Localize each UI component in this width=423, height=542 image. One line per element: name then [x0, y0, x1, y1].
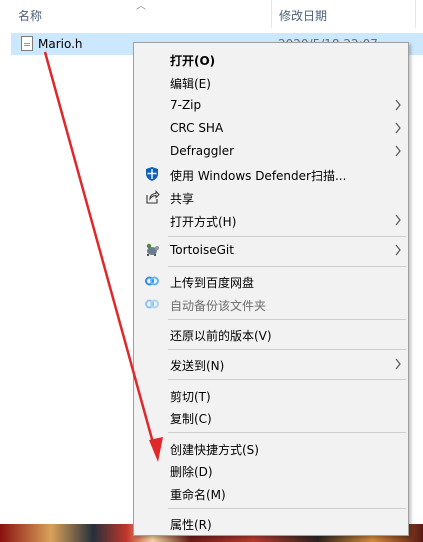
menu-item-open-with[interactable]: 打开方式(H): [136, 209, 406, 231]
menu-item-baidu-backup: 自动备份该文件夹: [136, 293, 406, 315]
windows-defender-shield-icon: [146, 167, 158, 181]
menu-separator: [168, 432, 406, 433]
baidu-netdisk-icon: [145, 276, 159, 286]
menu-separator: [168, 319, 406, 320]
menu-item-send-to[interactable]: 发送到(N): [136, 353, 406, 375]
menu-item-label: 删除(D): [170, 465, 213, 479]
menu-item-delete[interactable]: 删除(D): [136, 459, 406, 481]
submenu-arrow-icon: [395, 244, 401, 256]
menu-item-defraggler[interactable]: Defraggler: [136, 140, 406, 162]
baidu-netdisk-icon: [145, 299, 159, 309]
menu-item-label: 复制(C): [170, 412, 212, 426]
column-divider[interactable]: [271, 0, 272, 28]
context-menu: 打开(O) 编辑(E) 7-Zip CRC SHA Defraggler 使用 …: [133, 42, 409, 536]
menu-item-label: 编辑(E): [170, 77, 211, 91]
date-column-header[interactable]: 修改日期: [279, 7, 327, 24]
column-divider[interactable]: [415, 0, 416, 28]
menu-item-label: 7-Zip: [170, 98, 202, 112]
submenu-arrow-icon: [395, 122, 401, 134]
menu-separator: [168, 266, 406, 267]
menu-item-share[interactable]: 共享: [136, 186, 406, 208]
menu-item-label: Defraggler: [170, 144, 235, 158]
menu-item-baidu-upload[interactable]: 上传到百度网盘: [136, 270, 406, 292]
menu-item-properties[interactable]: 属性(R): [136, 512, 406, 534]
menu-item-open[interactable]: 打开(O): [136, 48, 406, 70]
menu-separator: [168, 349, 406, 350]
share-icon: [146, 190, 160, 204]
submenu-arrow-icon: [395, 214, 401, 226]
submenu-arrow-icon: [395, 358, 401, 370]
menu-item-label: 还原以前的版本(V): [170, 329, 272, 343]
submenu-arrow-icon: [395, 145, 401, 157]
menu-item-defender-scan[interactable]: 使用 Windows Defender扫描...: [136, 163, 406, 185]
menu-item-label: 发送到(N): [170, 359, 225, 373]
menu-item-label: TortoiseGit: [170, 243, 234, 257]
menu-separator: [168, 379, 406, 380]
submenu-arrow-icon: [395, 99, 401, 111]
menu-item-restore-previous[interactable]: 还原以前的版本(V): [136, 323, 406, 345]
menu-item-label: 打开方式(H): [170, 215, 237, 229]
menu-item-label: 共享: [170, 192, 195, 206]
menu-item-label: 打开(O): [170, 54, 216, 68]
menu-separator: [168, 236, 406, 237]
menu-item-label: 创建快捷方式(S): [170, 443, 259, 457]
menu-item-label: CRC SHA: [170, 121, 224, 135]
menu-item-copy[interactable]: 复制(C): [136, 406, 406, 428]
menu-item-label: 属性(R): [170, 518, 212, 532]
menu-item-cut[interactable]: 剪切(T): [136, 384, 406, 406]
menu-item-7zip[interactable]: 7-Zip: [136, 94, 406, 116]
explorer-window: 名称 ︿ 修改日期 Mario.h 2020/5/18 22:07 打开(O) …: [0, 0, 423, 542]
header-file-icon: [21, 36, 33, 51]
menu-item-edit[interactable]: 编辑(E): [136, 71, 406, 93]
menu-item-create-shortcut[interactable]: 创建快捷方式(S): [136, 437, 406, 459]
column-header: 名称 ︿ 修改日期: [0, 0, 423, 28]
tortoisegit-icon: [146, 243, 159, 256]
menu-item-label: 自动备份该文件夹: [170, 299, 267, 313]
menu-item-label: 剪切(T): [170, 390, 211, 404]
file-name: Mario.h: [38, 37, 83, 51]
menu-item-label: 上传到百度网盘: [170, 276, 255, 290]
menu-item-rename[interactable]: 重命名(M): [136, 482, 406, 504]
menu-item-crc-sha[interactable]: CRC SHA: [136, 117, 406, 139]
menu-item-label: 使用 Windows Defender扫描...: [170, 169, 347, 183]
name-column-header[interactable]: 名称: [18, 7, 42, 24]
sort-ascending-icon: ︿: [136, 1, 146, 12]
menu-item-tortoisegit[interactable]: TortoiseGit: [136, 239, 406, 261]
menu-separator: [168, 508, 406, 509]
menu-item-label: 重命名(M): [170, 488, 226, 502]
